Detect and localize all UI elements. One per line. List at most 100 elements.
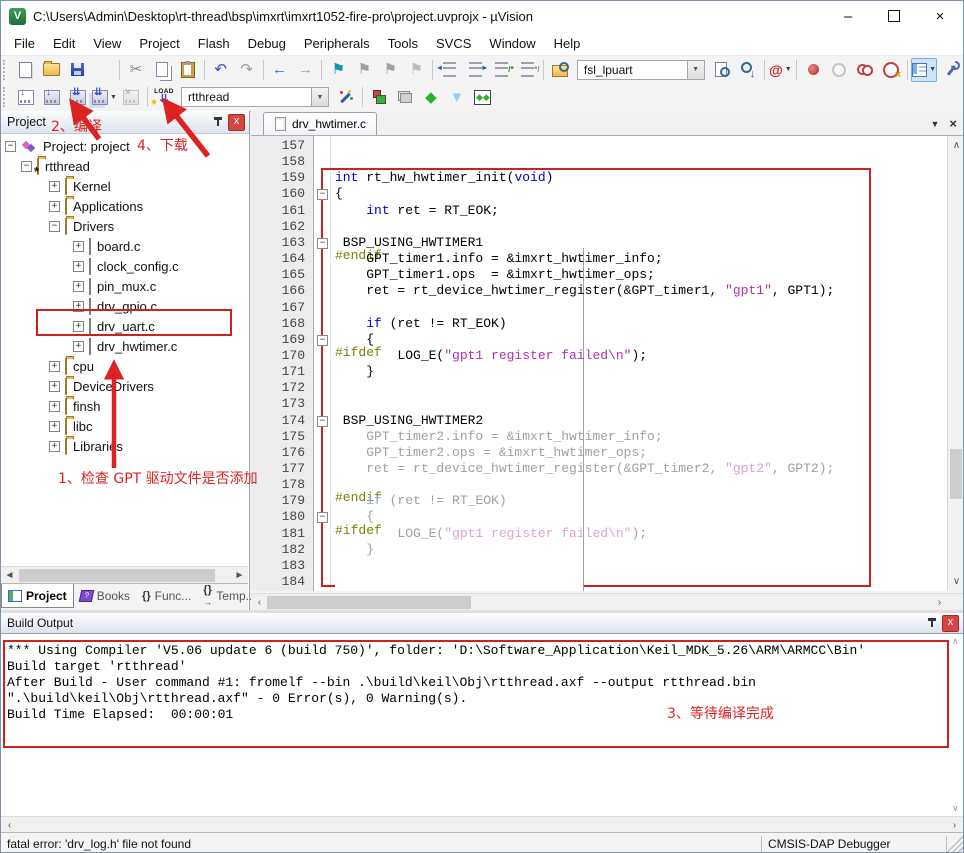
target-select-combo[interactable]: rtthread▼ [181, 87, 329, 107]
copy-button[interactable] [149, 58, 175, 82]
scroll-down-arrow-icon[interactable]: ∨ [949, 574, 964, 589]
expand-icon[interactable]: + [49, 401, 60, 412]
rebuild-button[interactable]: ⇊ [65, 85, 91, 109]
tree-item-devicedrivers[interactable]: +DeviceDrivers [1, 376, 154, 396]
scroll-down-arrow-icon[interactable]: ∨ [952, 803, 959, 814]
project-panel-close-button[interactable]: x [228, 114, 245, 131]
fold-collapse-icon[interactable]: − [317, 189, 328, 200]
disable-all-breakpoints-button[interactable] [852, 58, 878, 82]
undo-button[interactable]: ↶ [208, 58, 234, 82]
tree-item-libraries[interactable]: +Libraries [1, 436, 123, 456]
code-editor[interactable]: 157#endif158159int rt_hw_hwtimer_init(vo… [251, 136, 947, 591]
maximize-button[interactable] [871, 1, 917, 31]
close-document-icon[interactable]: × [949, 116, 957, 131]
chevron-down-icon[interactable]: ▼ [110, 94, 117, 101]
manage-project-items-button[interactable] [392, 85, 418, 109]
collapse-icon[interactable]: − [49, 221, 60, 232]
search-term-combo[interactable]: fsl_lpuart▼ [577, 60, 705, 80]
save-all-button[interactable] [90, 58, 116, 82]
chevron-down-icon[interactable]: ▼ [929, 66, 936, 73]
scroll-up-arrow-icon[interactable]: ∧ [952, 636, 959, 647]
redo-button[interactable]: ↷ [234, 58, 260, 82]
build-button[interactable]: ↓ [39, 85, 65, 109]
translate-button[interactable]: ↓ [13, 85, 39, 109]
scroll-left-arrow-icon[interactable]: ‹ [2, 818, 17, 833]
batch-build-button[interactable]: ⇊▼ [91, 85, 118, 109]
menu-window[interactable]: Window [480, 34, 544, 53]
menu-file[interactable]: File [5, 34, 44, 53]
fold-collapse-icon[interactable]: − [317, 512, 328, 523]
scroll-up-arrow-icon[interactable]: ∧ [949, 138, 964, 153]
menu-tools[interactable]: Tools [379, 34, 427, 53]
expand-icon[interactable]: + [49, 361, 60, 372]
expand-icon[interactable]: + [73, 281, 84, 292]
build-output-panel[interactable]: ∧ ∨ *** Using Compiler 'V5.06 update 6 (… [1, 634, 963, 816]
view-tab-project[interactable]: Project [1, 584, 74, 608]
options-for-target-button[interactable] [333, 85, 359, 109]
chevron-down-icon[interactable]: ▼ [785, 66, 792, 73]
tree-item-drivers[interactable]: −Drivers [1, 216, 114, 236]
scroll-left-arrow-icon[interactable]: ‹ [252, 595, 267, 610]
tree-item-cpu[interactable]: +cpu [1, 356, 94, 376]
insert-bookmark-button[interactable]: ⚑ [325, 58, 351, 82]
expand-icon[interactable]: + [49, 421, 60, 432]
chevron-down-icon[interactable]: ▼ [311, 88, 328, 106]
unindent-button[interactable] [436, 58, 462, 82]
fold-collapse-icon[interactable]: − [317, 416, 328, 427]
expand-icon[interactable]: + [73, 261, 84, 272]
tab-list-dropdown-icon[interactable]: ▼ [930, 119, 939, 129]
expand-icon[interactable]: + [49, 181, 60, 192]
manage-rte-button[interactable] [366, 85, 392, 109]
build-output-horizontal-scrollbar[interactable]: ‹ › [1, 816, 963, 833]
uncomment-button[interactable] [514, 58, 540, 82]
next-bookmark-button[interactable]: ⚑ [351, 58, 377, 82]
window-layout-button[interactable]: ▼ [911, 58, 937, 82]
editor-vertical-scrollbar[interactable]: ∧ ∨ [947, 136, 964, 591]
tree-item-drv-hwtimer-c[interactable]: +drv_hwtimer.c [1, 336, 177, 356]
tree-item-finsh[interactable]: +finsh [1, 396, 100, 416]
menu-edit[interactable]: Edit [44, 34, 84, 53]
pack-installer-button[interactable]: ◆◆ [470, 85, 496, 109]
tree-item-rtthread[interactable]: −rtthread [1, 156, 90, 176]
scroll-right-arrow-icon[interactable]: › [947, 818, 962, 833]
expand-icon[interactable]: + [49, 441, 60, 452]
tree-item-libc[interactable]: +libc [1, 416, 93, 436]
view-tab-books[interactable]: ?Books [74, 584, 136, 607]
collapse-icon[interactable]: − [5, 141, 16, 152]
scroll-thumb[interactable] [267, 596, 471, 609]
menu-svcs[interactable]: SVCS [427, 34, 480, 53]
new-file-button[interactable] [12, 58, 38, 82]
toggle-breakpoint-button[interactable] [800, 58, 826, 82]
navigate-forward-button[interactable]: → [292, 58, 318, 82]
open-file-button[interactable] [38, 58, 64, 82]
configure-button[interactable] [937, 58, 963, 82]
navigate-back-button[interactable]: ← [266, 58, 292, 82]
editor-horizontal-scrollbar[interactable]: ‹ › [251, 593, 964, 611]
build-output-vertical-scrollbar[interactable]: ∧ ∨ [948, 634, 962, 816]
tree-item-applications[interactable]: +Applications [1, 196, 143, 216]
download-button[interactable]: LOAD⇊ [151, 85, 177, 109]
clear-bookmarks-button[interactable]: ⚑ [403, 58, 429, 82]
chevron-down-icon[interactable]: ▼ [687, 61, 704, 79]
menu-help[interactable]: Help [545, 34, 590, 53]
select-software-packs-button[interactable]: ◆ [418, 85, 444, 109]
scroll-right-arrow-icon[interactable]: › [932, 595, 947, 610]
menu-view[interactable]: View [84, 34, 130, 53]
menu-debug[interactable]: Debug [239, 34, 295, 53]
fold-collapse-icon[interactable]: − [317, 335, 328, 346]
kill-all-breakpoints-button[interactable] [878, 58, 904, 82]
scroll-thumb[interactable] [19, 569, 215, 582]
stop-build-button[interactable]: × [118, 85, 144, 109]
expand-icon[interactable]: + [73, 241, 84, 252]
tree-item-board-c[interactable]: +board.c [1, 236, 140, 256]
minimize-button[interactable]: – [825, 1, 871, 31]
view-tab-func[interactable]: {}Func... [136, 584, 197, 607]
menu-flash[interactable]: Flash [189, 34, 239, 53]
prev-bookmark-button[interactable]: ⚑ [377, 58, 403, 82]
expand-icon[interactable]: + [49, 201, 60, 212]
scroll-left-arrow-icon[interactable]: ◄ [2, 568, 17, 583]
scroll-right-arrow-icon[interactable]: ► [232, 568, 247, 583]
save-button[interactable] [64, 58, 90, 82]
browse-symbols-button[interactable]: @▼ [767, 58, 793, 82]
toolbar-grip[interactable] [3, 60, 9, 80]
